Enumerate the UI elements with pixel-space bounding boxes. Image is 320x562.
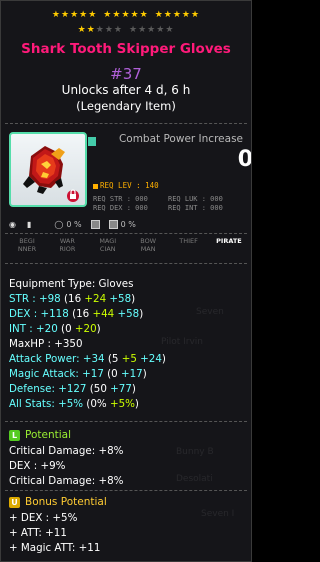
job-warrior: WAR RIOR: [59, 237, 76, 253]
divider: [5, 490, 247, 491]
bonus-potential-title: Bonus Potential: [25, 496, 107, 508]
starforce-row-1: ★★★★★ ★★★★★ ★★★★★: [1, 10, 251, 20]
item-name: Shark Tooth Skipper Gloves: [21, 41, 231, 57]
stat-attack: Attack Power: +34 (5 +5 +24): [9, 353, 166, 365]
item-tooltip: Seven Pilot Irvin Bunny B Desolati Seven…: [0, 0, 252, 562]
req-int: REQ INT : 000: [168, 204, 223, 212]
potential-line: + DEX : +5%: [9, 512, 78, 524]
item-number: #37: [110, 65, 142, 83]
background-label: Desolati: [176, 474, 213, 484]
divider: [5, 421, 247, 422]
star-icon: ★: [139, 10, 149, 20]
stat-int: INT : +20 (0 +20): [9, 323, 101, 335]
star-icon: ★: [156, 25, 166, 35]
stat-str: STR : +98 (16 +24 +58): [9, 293, 136, 305]
unlock-timer: Unlocks after 4 d, 6 h: [61, 83, 191, 97]
star-icon: ★: [163, 10, 173, 20]
divider: [5, 233, 247, 234]
req-stats: REQ STR : 000 REQ LUK : 000 REQ DEX : 000…: [93, 195, 243, 213]
item-icon-frame: [9, 132, 87, 207]
star-icon: ★: [103, 10, 113, 20]
star-icon: ★: [191, 10, 201, 20]
req-level: REQ LEV : 140: [93, 181, 159, 190]
combat-power-label: Combat Power Increase: [118, 133, 243, 145]
potential-header: L Potential: [9, 429, 71, 441]
star-icon: ★: [172, 10, 182, 20]
star-icon: ★: [129, 25, 139, 35]
equipment-type: Equipment Type: Gloves: [9, 278, 134, 290]
gloves-icon: [23, 146, 79, 202]
background-label: Seven I: [201, 509, 235, 519]
background-label: Bunny B: [176, 447, 214, 457]
potential-line: + ATT: +11: [9, 527, 67, 539]
legendary-badge-icon: L: [9, 429, 20, 441]
combat-power-value: 0: [237, 147, 252, 172]
divider: [5, 123, 247, 124]
job-requirements: BEGI NNER WAR RIOR MAGI CIAN BOW MAN THIEF PI…: [9, 237, 247, 253]
star-icon: ★: [138, 25, 148, 35]
star-icon: ★: [51, 10, 61, 20]
bonus-potential-lines: + DEX : +5% + ATT: +11 + Magic ATT: +11: [9, 511, 100, 556]
background-label: Seven: [196, 307, 224, 317]
stat-dex: DEX : +118 (16 +44 +58): [9, 308, 144, 320]
potential-line: Critical Damage: +8%: [9, 445, 124, 457]
divider: [5, 263, 247, 264]
job-bowman: BOW MAN: [140, 237, 157, 253]
bonus-potential-header: U Bonus Potential: [9, 496, 107, 508]
stat-maxhp: MaxHP : +350: [9, 338, 83, 350]
potential-lines: Critical Damage: +8% DEX : +9% Critical Da…: [9, 444, 123, 489]
job-magician: MAGI CIAN: [99, 237, 117, 253]
star-icon: ★: [113, 25, 123, 35]
job-pirate: PIRATE: [216, 237, 242, 245]
shield-icon: [108, 220, 118, 229]
stat-defense: Defense: +127 (50 +77): [9, 383, 136, 395]
star-icon: ★: [165, 25, 175, 35]
percent-1: 0 %: [66, 220, 82, 229]
mushroom-icon: ◉: [9, 220, 16, 229]
req-luk: REQ LUK : 000: [168, 195, 223, 203]
background-label: Pilot Irvin: [161, 337, 204, 347]
star-icon: ★: [104, 25, 114, 35]
req-dex: REQ DEX : 000: [93, 204, 148, 212]
item-rarity: (Legendary Item): [76, 99, 176, 113]
star-icon: ★: [95, 25, 105, 35]
star-icon: ★: [86, 25, 96, 35]
star-icon: ★: [147, 25, 157, 35]
scroll-icon: [90, 220, 100, 229]
job-beginner: BEGI NNER: [17, 237, 37, 253]
job-thief: THIEF: [179, 237, 198, 245]
ring-icon: ◯: [54, 220, 64, 229]
potential-line: + Magic ATT: +11: [9, 542, 101, 554]
star-icon: ★: [88, 10, 98, 20]
star-icon: ★: [70, 10, 80, 20]
potential-line: DEX : +9%: [9, 460, 66, 472]
stat-magic-attack: Magic Attack: +17 (0 +17): [9, 368, 147, 380]
bookmark-icon: [88, 137, 96, 146]
star-icon: ★: [154, 10, 164, 20]
star-icon: ★: [60, 10, 71, 20]
status-icons-row: ◉ ▮ ◯ 0 % 0 %: [9, 220, 136, 229]
unique-badge-icon: U: [9, 496, 20, 508]
star-icon: ★: [77, 25, 87, 35]
star-icon: ★: [181, 10, 191, 20]
starforce-row-2: ★★★★★ ★★★★★: [1, 25, 251, 35]
potential-line: Critical Damage: +8%: [9, 475, 124, 487]
percent-2: 0 %: [120, 220, 136, 229]
star-icon: ★: [130, 10, 140, 20]
stats-block: Equipment Type: Gloves STR : +98 (16 +24…: [9, 277, 166, 412]
star-icon: ★: [79, 10, 89, 20]
tag-icon: ▮: [26, 220, 32, 229]
req-str: REQ STR : 000: [93, 195, 148, 203]
stat-all-stats: All Stats: +5% (0% +5%): [9, 398, 139, 410]
star-icon: ★: [121, 10, 131, 20]
potential-title: Potential: [25, 429, 71, 441]
